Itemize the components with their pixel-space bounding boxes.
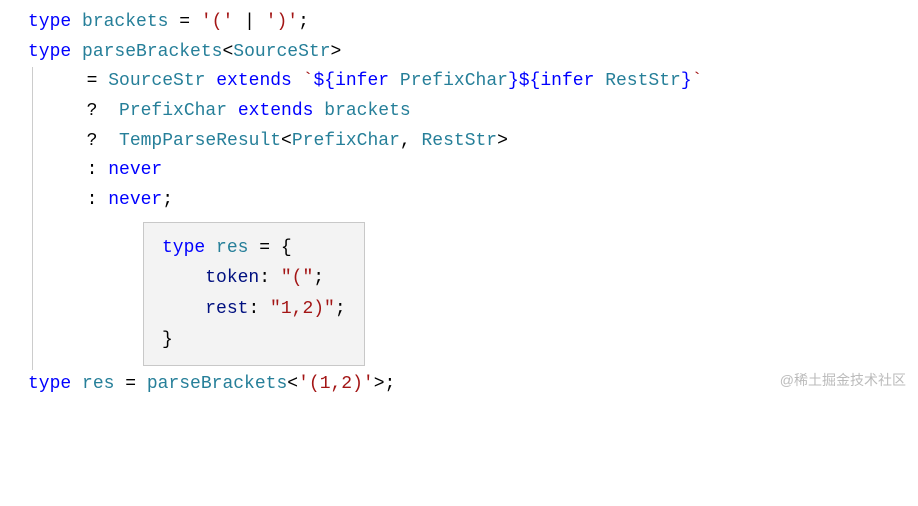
type-res: res	[82, 374, 114, 394]
ternary-q: ?	[87, 101, 119, 121]
type-parsebrackets: parseBrackets	[147, 374, 287, 394]
type-brackets: brackets	[324, 101, 410, 121]
type-hint-tooltip: type res = { token: "("; rest: "1,2)"; }	[143, 222, 365, 366]
generic-reststr: RestStr	[422, 131, 498, 151]
ternary-colon: :	[87, 160, 109, 180]
type-brackets: brackets	[82, 12, 168, 32]
string-arg: '(1,2)'	[298, 374, 374, 394]
angle-open: <	[287, 374, 298, 394]
type-res: res	[216, 238, 248, 258]
tooltip-line-4: }	[162, 325, 346, 356]
comma: ,	[400, 131, 422, 151]
template-close: }	[681, 71, 692, 91]
template-dollar: ${	[313, 71, 335, 91]
generic-reststr: RestStr	[605, 71, 681, 91]
generic-prefixchar: PrefixChar	[400, 71, 508, 91]
ternary-colon: :	[87, 190, 109, 210]
space	[594, 71, 605, 91]
keyword-extends: extends	[227, 101, 324, 121]
template-close: }	[508, 71, 519, 91]
keyword-type: type	[162, 238, 205, 258]
keyword-never: never	[108, 160, 162, 180]
template-dollar: ${	[519, 71, 541, 91]
indent-block: = SourceStr extends `${infer PrefixChar}…	[32, 67, 918, 370]
prop-rest: rest	[205, 299, 248, 319]
semicolon: ;	[162, 190, 173, 210]
colon: :	[248, 299, 270, 319]
tooltip-line-2: token: "(";	[162, 263, 346, 294]
tooltip-line-3: rest: "1,2)";	[162, 294, 346, 325]
semicolon: ;	[313, 268, 324, 288]
close-brace: }	[162, 330, 173, 350]
watermark-text: @稀土掘金技术社区	[780, 369, 906, 392]
keyword-type: type	[28, 12, 71, 32]
generic-prefixchar: PrefixChar	[292, 131, 400, 151]
prop-token: token	[205, 268, 259, 288]
code-line-7[interactable]: : never;	[65, 186, 918, 216]
tooltip-line-1: type res = {	[162, 233, 346, 264]
string-token-val: "("	[281, 268, 313, 288]
string-rest-val: "1,2)"	[270, 299, 335, 319]
template-backtick: `	[692, 71, 703, 91]
angle-open: <	[281, 131, 292, 151]
keyword-type: type	[28, 374, 71, 394]
type-tempparseresult: TempParseResult	[119, 131, 281, 151]
generic-prefixchar: PrefixChar	[119, 101, 227, 121]
code-line-2[interactable]: type parseBrackets<SourceStr>	[28, 38, 918, 68]
string-literal-close: ')'	[266, 12, 298, 32]
semicolon: ;	[335, 299, 346, 319]
space	[389, 71, 400, 91]
equals: =	[168, 12, 200, 32]
code-line-4[interactable]: ? PrefixChar extends brackets	[65, 97, 918, 127]
equals: =	[87, 71, 109, 91]
angle-close: >	[497, 131, 508, 151]
equals: =	[114, 374, 146, 394]
generic-sourcestr: SourceStr	[233, 42, 330, 62]
ternary-q: ?	[87, 131, 119, 151]
keyword-extends: extends	[205, 71, 302, 91]
keyword-never: never	[108, 190, 162, 210]
keyword-type: type	[28, 42, 71, 62]
keyword-infer: infer	[335, 71, 389, 91]
angle-close: >	[374, 374, 385, 394]
union-bar: |	[233, 12, 265, 32]
code-line-1[interactable]: type brackets = '(' | ')';	[28, 8, 918, 38]
semicolon: ;	[298, 12, 309, 32]
angle-close: >	[331, 42, 342, 62]
code-line-5[interactable]: ? TempParseResult<PrefixChar, RestStr>	[65, 127, 918, 157]
string-literal-open: '('	[201, 12, 233, 32]
type-parsebrackets: parseBrackets	[82, 42, 222, 62]
template-backtick: `	[303, 71, 314, 91]
keyword-infer: infer	[540, 71, 594, 91]
semicolon: ;	[385, 374, 396, 394]
angle-open: <	[222, 42, 233, 62]
code-line-3[interactable]: = SourceStr extends `${infer PrefixChar}…	[65, 67, 918, 97]
code-line-6[interactable]: : never	[65, 156, 918, 186]
colon: :	[259, 268, 281, 288]
generic-sourcestr: SourceStr	[108, 71, 205, 91]
equals-brace: = {	[248, 238, 291, 258]
